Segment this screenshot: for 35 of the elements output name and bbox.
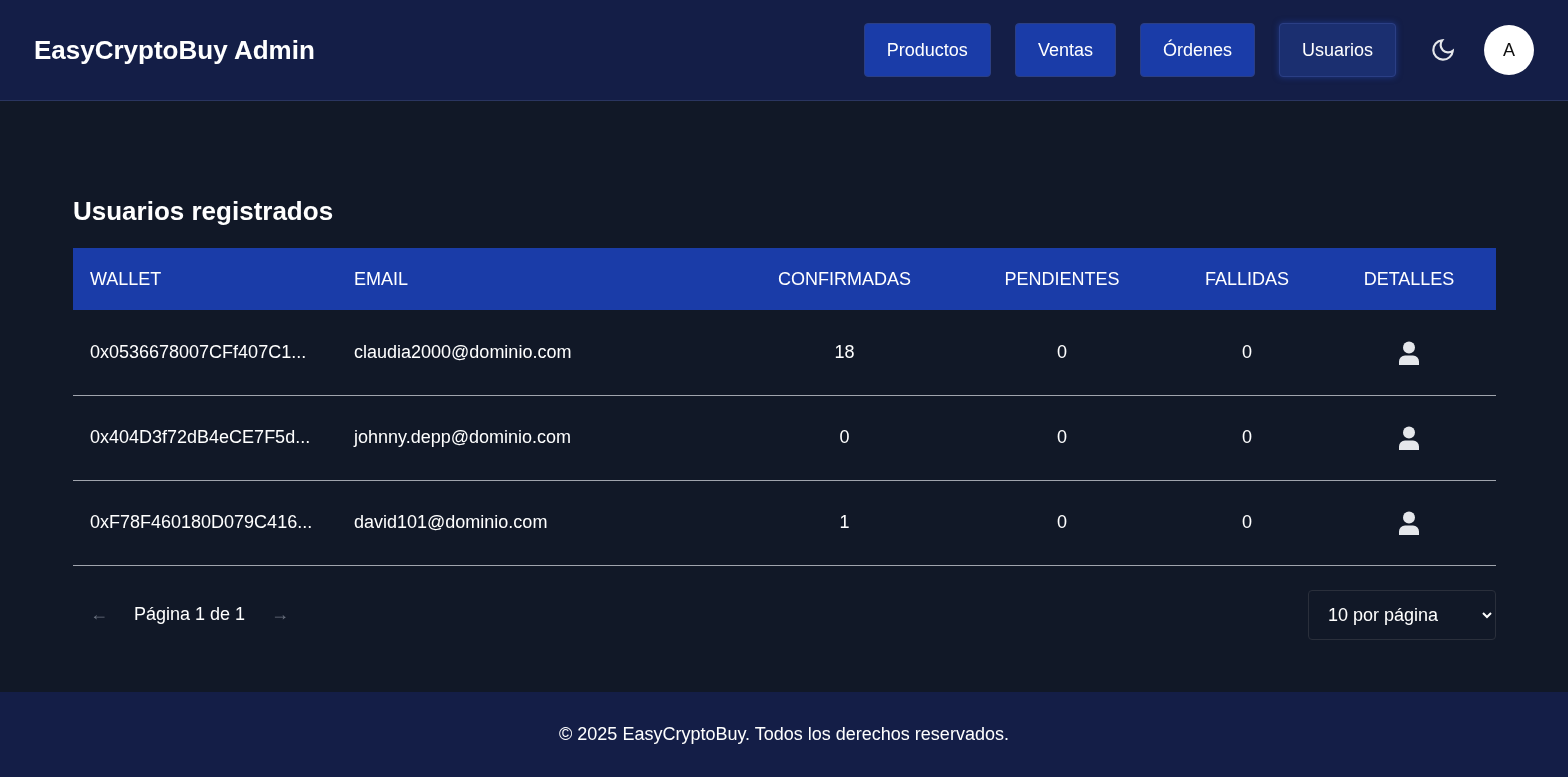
table-cell: 0 bbox=[952, 395, 1172, 481]
user-icon[interactable] bbox=[1398, 426, 1420, 451]
page-title: Usuarios registrados bbox=[73, 196, 335, 228]
page-size-select[interactable]: 10 por página bbox=[1308, 589, 1496, 640]
nav-button[interactable]: Usuarios bbox=[1278, 23, 1396, 77]
table-cell: 18 bbox=[737, 310, 952, 396]
column-header: WALLET bbox=[73, 248, 337, 311]
column-header: EMAIL bbox=[337, 248, 737, 311]
table-cell: 0 bbox=[1172, 395, 1322, 481]
table-cell: 0 bbox=[1172, 310, 1322, 396]
table-cell: claudia2000@dominio.com bbox=[337, 310, 737, 396]
column-header: CONFIRMADAS bbox=[737, 248, 952, 311]
table-cell: 0x404D3f72dB4eCE7F5d... bbox=[73, 395, 337, 481]
column-header: PENDIENTES bbox=[952, 248, 1172, 311]
page-indicator: Página 1 de 1 bbox=[134, 603, 246, 627]
avatar[interactable]: A bbox=[1484, 25, 1534, 75]
table-cell: 1 bbox=[737, 480, 952, 566]
app-title: EasyCryptoBuy Admin bbox=[34, 33, 315, 67]
column-header: FALLIDAS bbox=[1172, 248, 1322, 311]
nav-button[interactable]: Órdenes bbox=[1139, 23, 1255, 77]
table-cell: 0 bbox=[952, 310, 1172, 396]
table-cell: 0xF78F460180D079C416... bbox=[73, 480, 337, 566]
table-cell: 0 bbox=[737, 395, 952, 481]
nav-button[interactable]: Ventas bbox=[1014, 23, 1116, 77]
column-header: DETALLES bbox=[1322, 248, 1496, 311]
user-icon[interactable] bbox=[1398, 511, 1420, 536]
moon-icon[interactable] bbox=[1430, 37, 1456, 63]
table-cell: 0 bbox=[952, 480, 1172, 566]
table-cell: 0 bbox=[1172, 480, 1322, 566]
table-cell: johnny.depp@dominio.com bbox=[337, 395, 737, 481]
footer-text: © 2025 EasyCryptoBuy. Todos los derechos reservados. bbox=[559, 723, 1009, 746]
table-cell: david101@dominio.com bbox=[337, 480, 737, 566]
user-icon[interactable] bbox=[1398, 341, 1420, 366]
table-cell: 0x0536678007CFf407C1... bbox=[73, 310, 337, 396]
nav-button[interactable]: Productos bbox=[863, 23, 991, 77]
